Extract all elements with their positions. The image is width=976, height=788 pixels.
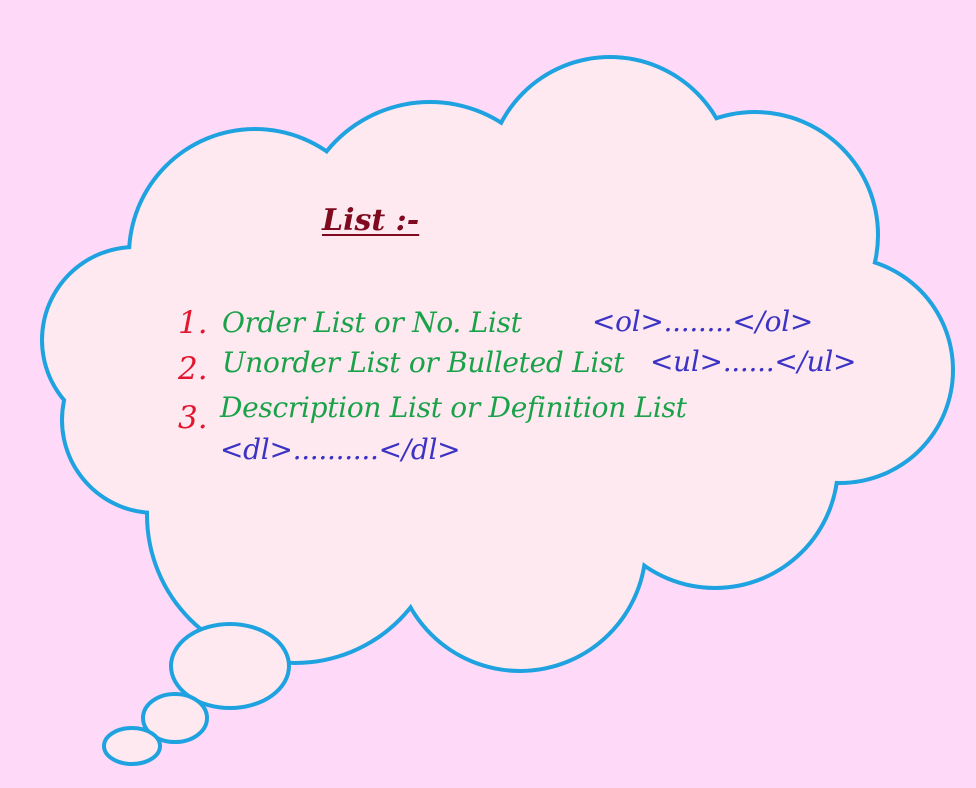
list-title: List :- bbox=[322, 203, 420, 238]
item-1-label: Order List or No. List bbox=[222, 306, 522, 339]
item-3-tag: <dl>..........</dl> bbox=[220, 433, 461, 466]
item-2-number: 2. bbox=[178, 351, 208, 387]
item-1-number: 1. bbox=[178, 305, 208, 341]
item-3-label: Description List or Definition List bbox=[220, 391, 687, 424]
item-2-tag: <ul>......</ul> bbox=[650, 345, 857, 378]
item-1-tag: <ol>........</ol> bbox=[592, 305, 814, 338]
item-3-number: 3. bbox=[178, 400, 208, 436]
thought-bubble-small bbox=[102, 726, 162, 766]
item-2-label: Unorder List or Bulleted List bbox=[222, 346, 625, 379]
